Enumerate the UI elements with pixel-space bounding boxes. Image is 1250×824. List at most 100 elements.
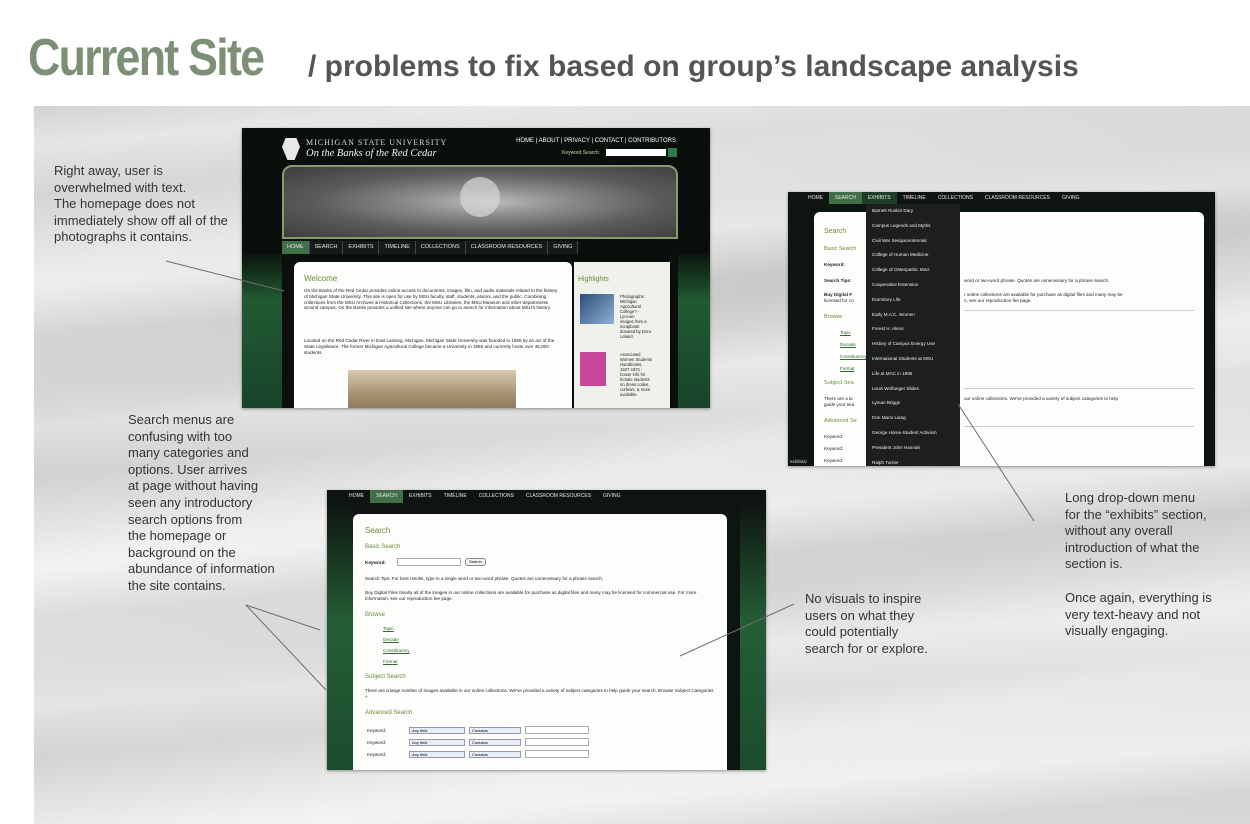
home-nav: HOME SEARCH EXHIBITS TIMELINE COLLECTION… (282, 241, 579, 254)
nav-search: SEARCH (310, 241, 344, 254)
left-green-gradient (327, 503, 353, 770)
slide-title: Current Site (28, 28, 302, 88)
advanced-input (525, 750, 589, 758)
welcome-heading: Welcome (304, 274, 338, 283)
nav-collections: COLLECTIONS (416, 241, 466, 254)
exhibits-dropdown-screenshot: HOME SEARCH EXHIBITS TIMELINE COLLECTION… (788, 192, 1215, 466)
buy-files-text: r online collections are available for p… (964, 292, 1123, 297)
keyword-row-3: Keyword: (367, 752, 387, 757)
search-panel: Search Basic Search Keyword: Search Sear… (353, 514, 727, 770)
field-select: Any field (409, 727, 465, 734)
buy-digital-files: Buy Digital Files Nearly all of the imag… (365, 590, 697, 601)
subject-text: There are a la (824, 396, 853, 401)
right-green-gradient (678, 254, 710, 408)
search-nav: HOME SEARCH EXHIBITS TIMELINE COLLECTION… (343, 490, 627, 503)
annotation-no-visuals: No visuals to inspire users on what they… (805, 591, 928, 656)
browse-heading: Browse (824, 314, 843, 320)
keyword-label: Keyword: (824, 262, 845, 267)
dropdown-item: Forest H. Akers (872, 326, 904, 332)
field-select: Any field (409, 739, 465, 746)
university-name: MICHIGAN STATE UNIVERSITY (306, 138, 448, 147)
nav-timeline: TIMELINE (902, 195, 926, 201)
dropdown-item: Ralph Turner (872, 459, 899, 465)
nav-timeline: TIMELINE (443, 493, 467, 499)
search-tips-text: word or two-word phrase. Quotes are unne… (964, 278, 1110, 283)
nav-search: SEARCH (829, 192, 862, 204)
subject-text: There are a large number of images avail… (365, 688, 714, 699)
dropdown-item: Louis Wolfanger Slides (872, 385, 919, 391)
title-main: Current Site (28, 29, 265, 87)
advanced-search-heading: Advanced Search (365, 710, 413, 716)
nav-classroom: CLASSROOM RESOURCES (466, 241, 549, 254)
subject-tail: our online collections. We've provided a… (964, 396, 1119, 401)
divider (964, 388, 1194, 389)
licensed-text: licensed for co (824, 298, 854, 303)
contains-select: Contains (469, 751, 521, 758)
highlight-photo-1 (580, 294, 614, 324)
dropdown-item: Lyman Briggs (872, 400, 900, 406)
highlights-panel: Highlights Photographs: Michigan Agricul… (574, 262, 670, 408)
nav-exhibits: EXHIBITS (861, 192, 897, 204)
annotation-dropdown: Long drop-down menu for the “exhibits” s… (1065, 490, 1207, 572)
highlight-text-1: Photographs: Michigan Agricultural Colle… (620, 294, 651, 339)
advanced-search-heading: Advanced Se (824, 418, 857, 424)
dropdown-item: Campus Legends and Myths (872, 222, 931, 228)
dropdown-item: Barnett Ruskin Dary (872, 208, 914, 213)
nav-home: HOME (282, 241, 310, 254)
annotation-search-menus: Search menus are confusing with too many… (128, 412, 275, 593)
buy-files-label: Buy Digital F (824, 292, 853, 297)
divider (964, 426, 1194, 427)
field-select: Any field (409, 751, 465, 758)
browse-format: Format (840, 366, 855, 371)
search-tips-label: Search Tips: (824, 278, 852, 283)
nav-classroom: CLASSROOM RESOURCES (526, 493, 592, 499)
keyword-search-input (606, 149, 666, 156)
search-heading: Search (365, 526, 391, 535)
dropdown-item: History of Campus Energy Use (872, 341, 936, 347)
browse-decade: Decade (383, 637, 399, 642)
browse-topic: Topic (840, 330, 851, 335)
dropdown-item: College of Human Medicine (872, 252, 929, 258)
keyword-row-3: Keyword: (824, 458, 844, 463)
dropdown-item: Early M.A.C. Women (872, 311, 915, 317)
dropdown-item: George Horne-Student Activism (872, 429, 937, 435)
highlight-text-2: Associated Women Students Handbooks, 193… (620, 352, 653, 397)
keyword-label: Keyword: (365, 560, 386, 565)
dropdown-item: International Students at MSU (872, 355, 934, 361)
dropdown-item: Life at MAC in 1895 (872, 370, 913, 376)
nav-home: HOME (349, 493, 364, 499)
nav-exhibits: EXHIBITS (343, 241, 380, 254)
browse-constituency: Constituency (383, 648, 410, 653)
keyword-row-1: Keyword: (367, 728, 387, 733)
right-green-gradient (740, 503, 766, 770)
browse-decade: Decade (840, 342, 856, 347)
advanced-input (525, 726, 589, 734)
title-subtitle: / problems to fix based on group’s lands… (308, 50, 1079, 83)
banner-photo (282, 165, 678, 239)
annotation-text-heavy: Once again, everything is very text-heav… (1065, 590, 1212, 639)
browse-heading: Browse (365, 612, 386, 618)
nav-exhibits: EXHIBITS (408, 493, 432, 499)
annotation-overwhelmed: Right away, user is overwhelmed with tex… (54, 163, 228, 245)
dropdown-item: Civil War Sesquicentennial (872, 237, 927, 243)
welcome-panel: Welcome On the Banks of the Red Cedar pr… (294, 262, 572, 408)
nav-collections: COLLECTIONS (937, 195, 973, 201)
location-text: Located on the Red Cedar River in East L… (304, 338, 555, 355)
spartan-helmet-icon (282, 138, 300, 160)
nav-search: SEARCH (370, 490, 403, 503)
browse-topic: Topic (383, 626, 394, 631)
nav-timeline: TIMELINE (379, 241, 416, 254)
dropdown-item: College of Osteopathic Med. (872, 267, 930, 273)
keyword-row-2: Keyword: (824, 446, 844, 451)
keyword-input (397, 558, 461, 566)
nav-classroom: CLASSROOM RESOURCES (985, 195, 1051, 201)
welcome-text: On the Banks of the Red Cedar provides o… (304, 288, 558, 311)
exhibits-nav: HOME SEARCH EXHIBITS TIMELINE COLLECTION… (802, 192, 1086, 204)
search-go-icon (668, 148, 677, 157)
contains-select: Contains (469, 739, 521, 746)
keyword-search-label: Keyword Search: (562, 150, 601, 156)
top-links: HOME | ABOUT | PRIVACY | CONTACT | CONTR… (516, 138, 676, 144)
divider (964, 310, 1194, 311)
nav-giving: GIVING (1062, 195, 1080, 201)
keyword-row-2: Keyword: (367, 740, 387, 745)
